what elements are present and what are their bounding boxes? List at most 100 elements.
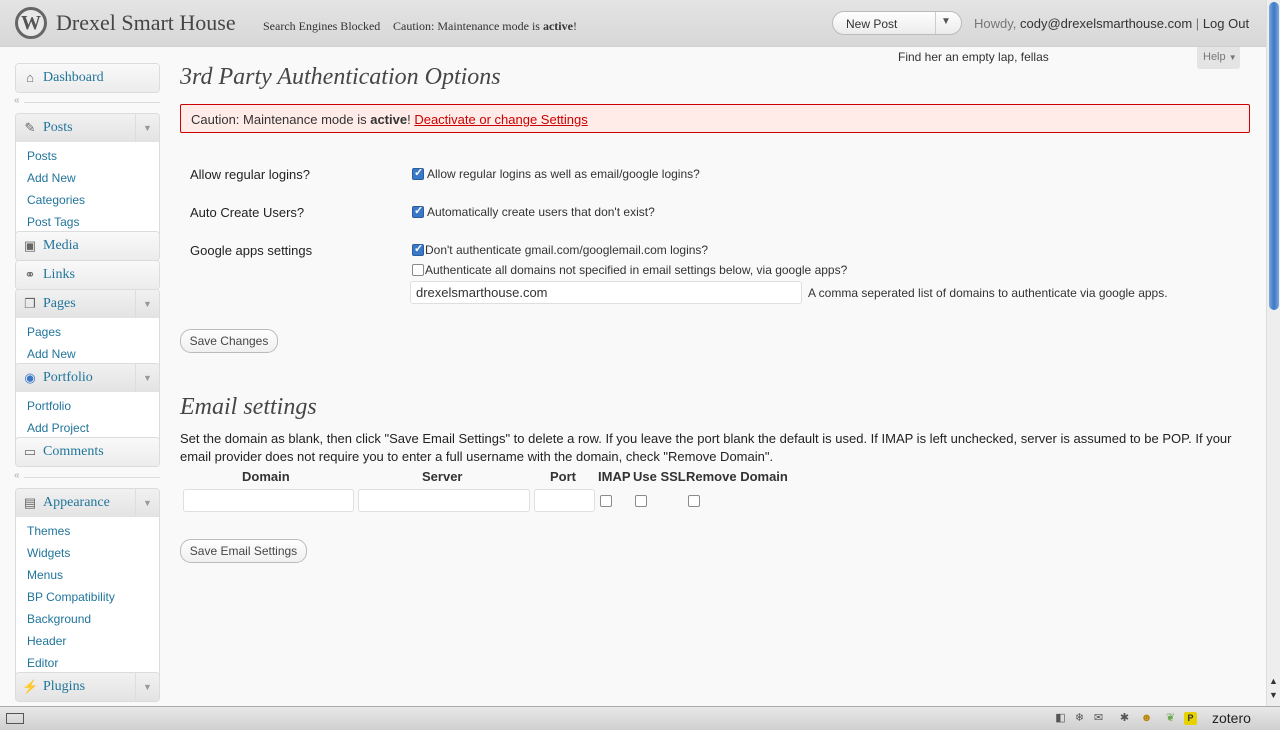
leaf-icon[interactable]: ❦ <box>1164 712 1177 725</box>
menu-collapse-separator[interactable]: « <box>14 95 160 108</box>
column-header-domain: Domain <box>242 469 290 484</box>
email-server-input[interactable] <box>358 489 530 512</box>
monkey-icon[interactable]: ☻ <box>1140 712 1153 725</box>
snowflake-icon[interactable]: ❄ <box>1073 712 1086 725</box>
pagerank-icon[interactable]: P <box>1184 712 1197 725</box>
user-profile-link[interactable]: cody@drexelsmarthouse.com <box>1020 16 1192 31</box>
submenu-categories[interactable]: Categories <box>16 189 159 211</box>
new-post-dropdown[interactable]: New Post ▼ <box>832 11 962 35</box>
menu-appearance-label[interactable]: Appearance <box>43 495 110 511</box>
pages-icon: ❐ <box>24 296 36 311</box>
submenu-editor[interactable]: Editor <box>16 652 159 674</box>
scroll-up-icon[interactable]: ▲ <box>1269 676 1278 686</box>
deactivate-settings-link[interactable]: Deactivate or change Settings <box>414 112 587 127</box>
menu-pages-label[interactable]: Pages <box>43 296 76 312</box>
display-icon[interactable] <box>6 713 24 724</box>
save-changes-button[interactable]: Save Changes <box>180 329 278 353</box>
menu-media-label[interactable]: Media <box>43 238 79 254</box>
wordpress-logo-icon[interactable]: W <box>15 7 47 39</box>
dropdown-divider <box>935 12 936 34</box>
notice-prefix: Caution: Maintenance mode is <box>191 112 371 127</box>
submenu-add-project[interactable]: Add Project <box>16 417 159 439</box>
menu-dashboard-label[interactable]: Dashboard <box>43 70 104 86</box>
menu-portfolio-label[interactable]: Portfolio <box>43 370 93 386</box>
menu-posts-label[interactable]: Posts <box>43 120 73 136</box>
window-icon[interactable]: ◧ <box>1054 712 1067 725</box>
allow-regular-logins-option[interactable]: Allow regular logins as well as email/go… <box>427 167 700 181</box>
submenu-menus[interactable]: Menus <box>16 564 159 586</box>
help-label: Help <box>1203 51 1226 63</box>
authenticate-all-domains-row: Authenticate all domains not specified i… <box>412 263 847 277</box>
link-icon: ⚭ <box>24 267 36 282</box>
submenu-post-tags[interactable]: Post Tags <box>16 211 159 233</box>
header-maintenance-bold: active <box>542 19 573 33</box>
column-header-remove-domain: Remove Domain <box>686 469 788 484</box>
gmail-skip-checkbox[interactable] <box>412 242 424 256</box>
menu-media[interactable]: ▣ Media <box>15 231 160 261</box>
mail-icon[interactable]: ✉ <box>1092 712 1105 725</box>
menu-toggle-icon[interactable]: ▼ <box>135 673 159 701</box>
logout-link[interactable]: Log Out <box>1203 16 1249 31</box>
allow-regular-logins-row: Allow regular logins as well as email/go… <box>412 166 700 181</box>
menu-dashboard[interactable]: ⌂ Dashboard <box>15 63 160 93</box>
menu-toggle-icon[interactable]: ▼ <box>135 489 159 517</box>
menu-appearance: ▤ Appearance ▼ Themes Widgets Menus BP C… <box>15 488 160 679</box>
menu-toggle-icon[interactable]: ▼ <box>135 290 159 318</box>
menu-collapse-separator[interactable]: « <box>14 470 160 483</box>
submenu-header[interactable]: Header <box>16 630 159 652</box>
notice-bold: active <box>370 112 408 127</box>
auto-create-users-checkbox[interactable] <box>412 204 424 218</box>
submenu-add-new-post[interactable]: Add New <box>16 167 159 189</box>
menu-links[interactable]: ⚭ Links <box>15 260 160 290</box>
google-domains-input[interactable]: drexelsmarthouse.com <box>410 281 802 304</box>
submenu-posts[interactable]: Posts <box>16 145 159 167</box>
submenu-portfolio[interactable]: Portfolio <box>16 395 159 417</box>
menu-comments[interactable]: ▭ Comments <box>15 437 160 467</box>
submenu-widgets[interactable]: Widgets <box>16 542 159 564</box>
vertical-scrollbar[interactable]: ▲ ▼ <box>1266 0 1280 706</box>
submenu-background[interactable]: Background <box>16 608 159 630</box>
media-icon: ▣ <box>23 238 37 253</box>
authenticate-all-domains-checkbox[interactable] <box>412 264 424 276</box>
email-domain-input[interactable] <box>183 489 354 512</box>
page-title: 3rd Party Authentication Options <box>180 64 501 90</box>
menu-plugins-label[interactable]: Plugins <box>43 679 85 695</box>
use-ssl-checkbox[interactable] <box>635 495 647 507</box>
scrollbar-thumb[interactable] <box>1269 2 1279 310</box>
google-domains-hint: A comma seperated list of domains to aut… <box>808 286 1168 300</box>
menu-comments-label[interactable]: Comments <box>43 444 104 460</box>
search-engines-blocked-notice[interactable]: Search Engines Blocked <box>263 19 380 34</box>
email-settings-title: Email settings <box>180 394 317 420</box>
save-email-settings-button[interactable]: Save Email Settings <box>180 539 307 563</box>
email-port-input[interactable] <box>534 489 595 512</box>
howdy-text: Howdy, <box>974 16 1017 31</box>
auto-create-users-option[interactable]: Automatically create users that don't ex… <box>427 205 655 219</box>
site-title[interactable]: Drexel Smart House <box>56 10 236 36</box>
column-header-use-ssl: Use SSL <box>633 469 686 484</box>
scroll-down-icon[interactable]: ▼ <box>1269 690 1278 700</box>
authenticate-all-domains-option[interactable]: Authenticate all domains not specified i… <box>425 263 847 277</box>
header-separator: | <box>1195 16 1200 31</box>
menu-links-label[interactable]: Links <box>43 267 75 283</box>
bug-icon[interactable]: ✱ <box>1118 712 1131 725</box>
zotero-button[interactable]: zotero <box>1212 710 1251 726</box>
auto-create-users-label: Auto Create Users? <box>190 205 305 220</box>
gmail-skip-option[interactable]: Don't authenticate gmail.com/googlemail.… <box>425 243 708 257</box>
menu-toggle-icon[interactable]: ▼ <box>135 364 159 392</box>
column-header-port: Port <box>550 469 576 484</box>
submenu-add-new-page[interactable]: Add New <box>16 343 159 365</box>
menu-toggle-icon[interactable]: ▼ <box>135 114 159 142</box>
user-greeting: Howdy, cody@drexelsmarthouse.com | Log O… <box>974 16 1249 31</box>
remove-domain-checkbox[interactable] <box>688 495 700 507</box>
submenu-pages[interactable]: Pages <box>16 321 159 343</box>
help-tab[interactable]: Help ▼ <box>1197 47 1240 69</box>
chevron-down-icon[interactable]: ▼ <box>941 16 951 27</box>
collapse-arrow-icon[interactable]: « <box>14 470 20 481</box>
collapse-arrow-icon[interactable]: « <box>14 95 20 106</box>
allow-regular-logins-label: Allow regular logins? <box>190 167 310 182</box>
submenu-themes[interactable]: Themes <box>16 520 159 542</box>
submenu-bp-compatibility[interactable]: BP Compatibility <box>16 586 159 608</box>
pushpin-icon: ✎ <box>24 120 36 135</box>
imap-checkbox[interactable] <box>600 495 612 507</box>
allow-regular-logins-checkbox[interactable] <box>412 166 424 180</box>
